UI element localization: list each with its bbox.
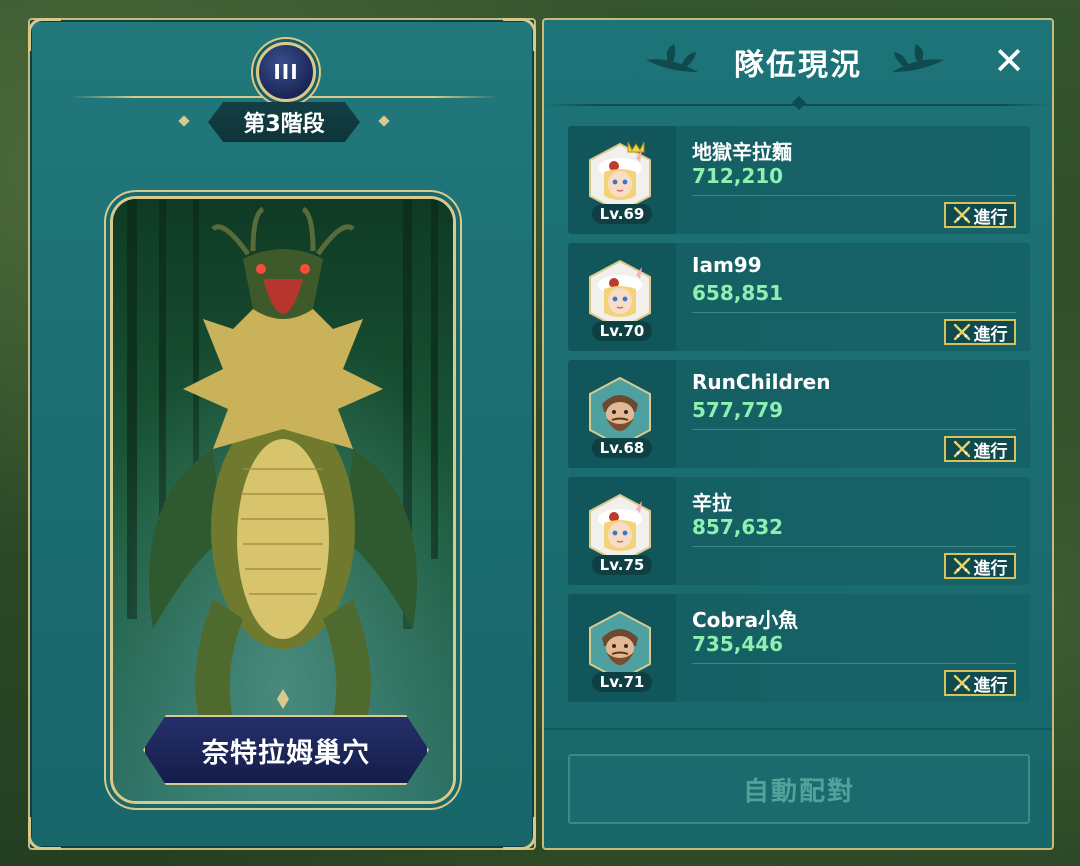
status-label: 進行 — [973, 324, 1008, 345]
combat-power-value: 735,446 — [692, 632, 784, 656]
status-badge: 進行 — [944, 670, 1016, 696]
combat-power-value: 577,779 — [692, 398, 784, 422]
auto-match-button[interactable]: 自動配對 — [568, 754, 1030, 824]
row-divider — [692, 429, 1016, 430]
stage-numeral-medal: III — [256, 42, 316, 102]
close-button[interactable]: ✕ — [990, 42, 1028, 80]
row-divider — [692, 312, 1016, 313]
member-name: RunChildren — [692, 370, 831, 394]
footer-divider — [544, 728, 1052, 730]
stage-label: 第3階段 — [208, 102, 360, 142]
corner-ornament — [503, 18, 536, 51]
party-member-row[interactable]: Lv.75 辛拉 857,632 進行 — [568, 477, 1030, 585]
status-label: 進行 — [973, 441, 1008, 462]
crossed-swords-icon — [953, 674, 970, 692]
crossed-swords-icon — [953, 440, 970, 458]
ornament-diamond — [178, 115, 190, 127]
panel-header: 隊伍現況 ✕ — [544, 20, 1052, 111]
level-badge: Lv.75 — [592, 555, 652, 575]
crossed-swords-icon — [953, 323, 970, 341]
member-name: Cobra小魚 — [692, 608, 799, 632]
crossed-swords-icon — [953, 557, 970, 575]
corner-ornament — [28, 817, 61, 850]
level-badge: Lv.69 — [592, 204, 652, 224]
avatar: Lv.70 — [568, 243, 676, 351]
dragon-boss-illustration — [113, 199, 453, 801]
party-status-panel: 隊伍現況 ✕ Lv.69 地獄辛拉麵 712,210 進行 Lv.70 Iam9… — [542, 18, 1054, 850]
party-member-row[interactable]: Lv.71 Cobra小魚 735,446 進行 — [568, 594, 1030, 702]
boss-card[interactable]: 奈特拉姆巢穴 — [110, 196, 456, 804]
row-divider — [692, 546, 1016, 547]
avatar: Lv.71 — [568, 594, 676, 702]
row-divider — [692, 195, 1016, 196]
divider-gem — [791, 95, 807, 111]
status-label: 進行 — [973, 558, 1008, 579]
level-badge: Lv.68 — [592, 438, 652, 458]
boss-name: 奈特拉姆巢穴 — [143, 715, 429, 785]
combat-power-value: 658,851 — [692, 281, 784, 305]
avatar: Lv.68 — [568, 360, 676, 468]
leaf-ornament-icon — [892, 44, 944, 72]
level-badge: Lv.70 — [592, 321, 652, 341]
close-icon: ✕ — [993, 39, 1025, 83]
party-member-list: Lv.69 地獄辛拉麵 712,210 進行 Lv.70 Iam99 658,8… — [568, 126, 1030, 711]
status-badge: 進行 — [944, 553, 1016, 579]
level-badge: Lv.71 — [592, 672, 652, 692]
avatar: Lv.69 — [568, 126, 676, 234]
status-badge: 進行 — [944, 202, 1016, 228]
avatar: Lv.75 — [568, 477, 676, 585]
party-member-row[interactable]: Lv.69 地獄辛拉麵 712,210 進行 — [568, 126, 1030, 234]
combat-power-value: 857,632 — [692, 515, 784, 539]
status-badge: 進行 — [944, 436, 1016, 462]
raid-stage-panel: III 第3階段 奈特拉姆巢穴 — [28, 18, 536, 850]
row-divider — [692, 663, 1016, 664]
status-label: 進行 — [973, 207, 1008, 228]
party-member-row[interactable]: Lv.68 RunChildren 577,779 進行 — [568, 360, 1030, 468]
combat-power-value: 712,210 — [692, 164, 784, 188]
status-label: 進行 — [973, 675, 1008, 696]
member-name: Iam99 — [692, 253, 762, 277]
corner-ornament — [503, 817, 536, 850]
corner-ornament — [28, 18, 61, 51]
member-name: 地獄辛拉麵 — [692, 140, 792, 164]
party-member-row[interactable]: Lv.70 Iam99 658,851 進行 — [568, 243, 1030, 351]
member-name: 辛拉 — [692, 491, 732, 515]
status-badge: 進行 — [944, 319, 1016, 345]
panel-title: 隊伍現況 — [734, 48, 862, 83]
crossed-swords-icon — [953, 206, 970, 224]
ornament-diamond — [378, 115, 390, 127]
